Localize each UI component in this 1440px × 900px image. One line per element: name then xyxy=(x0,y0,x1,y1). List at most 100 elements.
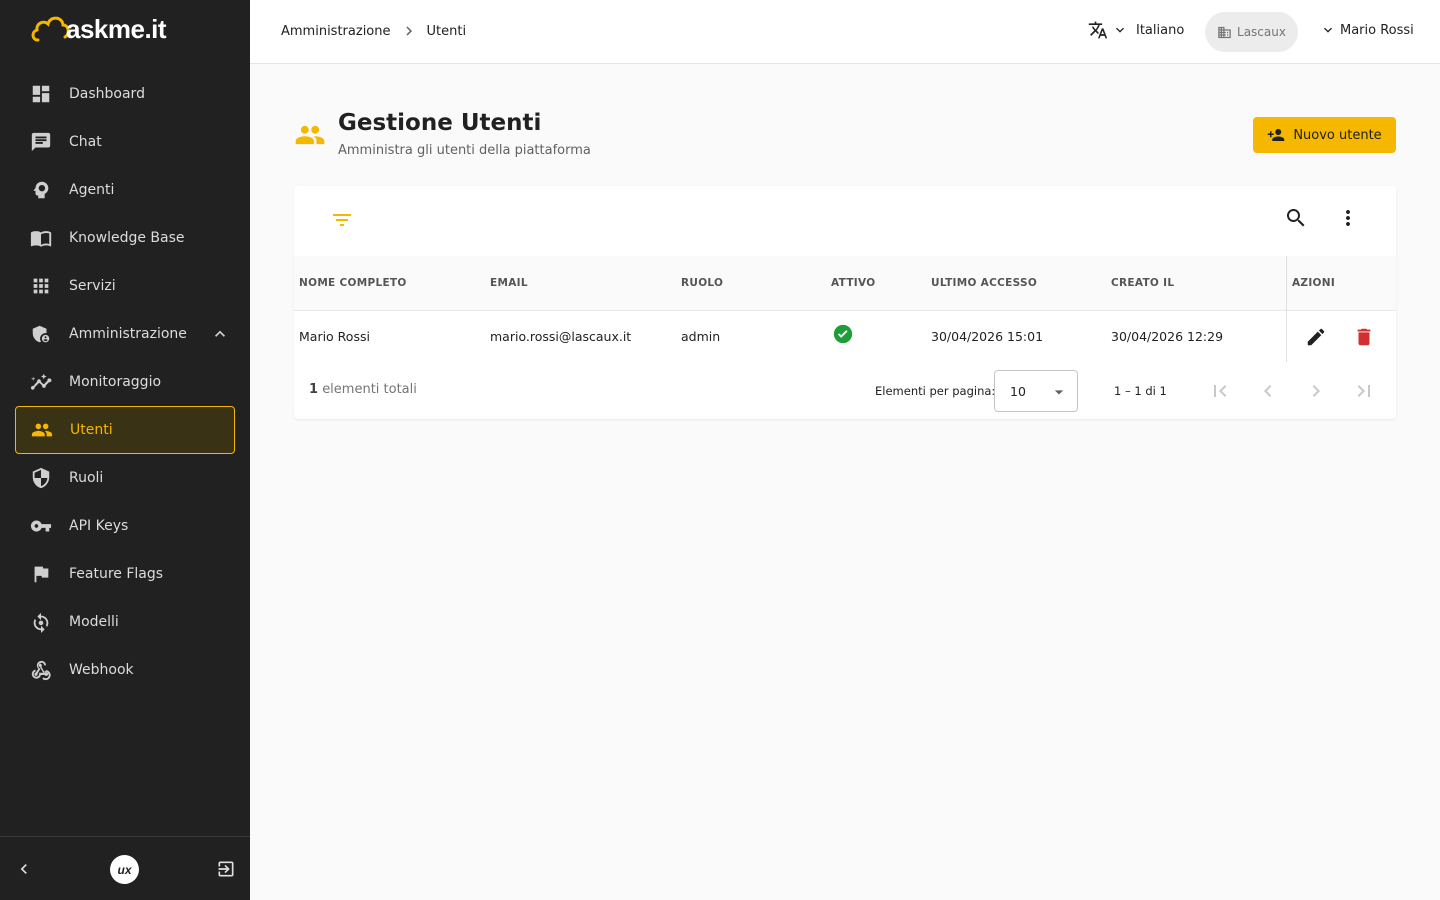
sidebar-item-api-keys[interactable]: API Keys xyxy=(0,502,250,550)
breadcrumb-item-amministrazione[interactable]: Amministrazione xyxy=(281,24,391,39)
sidebar-item-modelli[interactable]: Modelli xyxy=(0,598,250,646)
person-add-icon xyxy=(1268,129,1285,141)
sidebar-item-knowledge-base[interactable]: Knowledge Base xyxy=(0,214,250,262)
sidebar-item-label: API Keys xyxy=(69,518,129,534)
language-menu-button[interactable] xyxy=(1088,20,1128,40)
sidebar-item-monitoraggio[interactable]: Monitoraggio xyxy=(0,358,250,406)
collapse-sidebar-icon[interactable] xyxy=(14,859,34,879)
sidebar: askme.it Dashboard Chat Agenti Knowledge… xyxy=(0,0,250,900)
agent-icon xyxy=(30,179,52,201)
last-page-icon[interactable] xyxy=(1352,379,1376,403)
sidebar-item-dashboard[interactable]: Dashboard xyxy=(0,70,250,118)
people-icon xyxy=(294,122,326,148)
next-page-icon[interactable] xyxy=(1304,379,1328,403)
sidebar-item-label: Monitoraggio xyxy=(69,374,162,390)
page-subtitle: Amministra gli utenti della piattaforma xyxy=(338,143,591,158)
flag-icon xyxy=(30,563,52,585)
page-range: 1 – 1 di 1 xyxy=(1114,384,1167,398)
sidebar-item-amministrazione[interactable]: Amministrazione xyxy=(0,310,250,358)
previous-page-icon[interactable] xyxy=(1256,379,1280,403)
sidebar-item-label: Utenti xyxy=(70,422,113,438)
column-header-attivo[interactable]: ATTIVO xyxy=(831,277,875,289)
topbar: Amministrazione Utenti Italiano Lascaux … xyxy=(250,0,1440,64)
sidebar-footer: ux xyxy=(0,836,250,900)
table-row[interactable]: Mario Rossi mario.rossi@lascaux.it admin… xyxy=(294,311,1396,361)
column-header-azioni: AZIONI xyxy=(1292,277,1336,289)
new-user-label: Nuovo utente xyxy=(1293,127,1382,143)
admin-shield-icon xyxy=(30,323,52,345)
per-page-value: 10 xyxy=(1010,384,1026,399)
sidebar-item-agenti[interactable]: Agenti xyxy=(0,166,250,214)
tenant-chip[interactable]: Lascaux xyxy=(1205,12,1298,52)
brand-logo[interactable]: askme.it xyxy=(30,12,167,46)
shield-icon xyxy=(30,467,52,489)
search-icon[interactable] xyxy=(1284,206,1308,230)
logout-icon[interactable] xyxy=(216,859,236,879)
per-page-label: Elementi per pagina: xyxy=(875,384,996,398)
monitoring-icon xyxy=(30,371,52,393)
sidebar-item-label: Chat xyxy=(69,134,102,150)
sidebar-item-servizi[interactable]: Servizi xyxy=(0,262,250,310)
column-header-creato-il[interactable]: CREATO IL xyxy=(1111,277,1174,289)
table-header: NOME COMPLETO EMAIL RUOLO ATTIVO ULTIMO … xyxy=(294,256,1396,311)
dashboard-icon xyxy=(30,83,52,105)
apps-icon xyxy=(30,275,52,297)
sidebar-item-label: Knowledge Base xyxy=(69,230,185,246)
chevron-down-icon xyxy=(1324,27,1332,33)
more-vert-icon[interactable] xyxy=(1336,206,1360,230)
key-icon xyxy=(30,515,52,537)
chevron-right-icon xyxy=(400,22,418,40)
chat-icon xyxy=(30,131,52,153)
model-icon xyxy=(30,611,52,633)
per-page-select[interactable]: 10 xyxy=(994,370,1078,412)
translate-icon xyxy=(1088,21,1108,39)
sidebar-item-label: Feature Flags xyxy=(69,566,164,582)
sidebar-item-utenti[interactable]: Utenti xyxy=(15,406,235,454)
total-count-label: elementi totali xyxy=(322,382,417,397)
new-user-button[interactable]: Nuovo utente xyxy=(1253,117,1396,153)
cloud-logo-icon xyxy=(31,16,70,42)
language-label[interactable]: Italiano xyxy=(1136,23,1184,38)
sidebar-item-label: Ruoli xyxy=(69,470,104,486)
cell-last-access: 30/04/2026 15:01 xyxy=(931,329,1044,344)
total-count: 1 elementi totali xyxy=(309,382,417,397)
sidebar-item-label: Dashboard xyxy=(69,86,145,102)
sidebar-nav: Dashboard Chat Agenti Knowledge Base Ser… xyxy=(0,70,250,694)
page-title: Gestione Utenti xyxy=(338,110,542,136)
book-icon xyxy=(30,227,52,249)
edit-icon[interactable] xyxy=(1305,326,1327,348)
breadcrumb: Amministrazione Utenti xyxy=(281,22,466,40)
first-page-icon[interactable] xyxy=(1208,379,1232,403)
user-name: Mario Rossi xyxy=(1340,22,1414,38)
people-icon xyxy=(31,419,53,441)
column-header-email[interactable]: EMAIL xyxy=(490,277,528,289)
sidebar-item-ruoli[interactable]: Ruoli xyxy=(0,454,250,502)
column-header-ultimo-accesso[interactable]: ULTIMO ACCESSO xyxy=(931,277,1037,289)
sidebar-item-feature-flags[interactable]: Feature Flags xyxy=(0,550,250,598)
building-icon xyxy=(1218,26,1231,38)
sidebar-item-label: Amministrazione xyxy=(69,326,187,342)
cell-role: admin xyxy=(681,329,721,344)
sidebar-item-label: Agenti xyxy=(69,182,115,198)
dropdown-arrow-icon xyxy=(1049,382,1069,402)
cell-email: mario.rossi@lascaux.it xyxy=(490,329,632,344)
chevron-up-icon[interactable] xyxy=(210,324,230,344)
users-table-card: NOME COMPLETO EMAIL RUOLO ATTIVO ULTIMO … xyxy=(294,186,1396,419)
webhook-icon xyxy=(30,659,52,681)
sidebar-item-chat[interactable]: Chat xyxy=(0,118,250,166)
user-menu-button[interactable]: Mario Rossi xyxy=(1320,22,1414,38)
column-header-ruolo[interactable]: RUOLO xyxy=(681,277,723,289)
sidebar-item-label: Modelli xyxy=(69,614,119,630)
tenant-name: Lascaux xyxy=(1237,25,1286,39)
column-header-nome[interactable]: NOME COMPLETO xyxy=(299,277,407,289)
chevron-down-icon xyxy=(1112,22,1128,38)
sidebar-item-webhook[interactable]: Webhook xyxy=(0,646,250,694)
filter-icon[interactable] xyxy=(330,208,354,232)
delete-icon[interactable] xyxy=(1353,326,1375,348)
sidebar-item-label: Webhook xyxy=(69,662,134,678)
sidebar-item-label: Servizi xyxy=(69,278,116,294)
cell-name: Mario Rossi xyxy=(299,329,370,344)
total-count-value: 1 xyxy=(309,382,319,397)
cell-created: 30/04/2026 12:29 xyxy=(1111,329,1224,344)
breadcrumb-item-utenti: Utenti xyxy=(426,23,467,39)
